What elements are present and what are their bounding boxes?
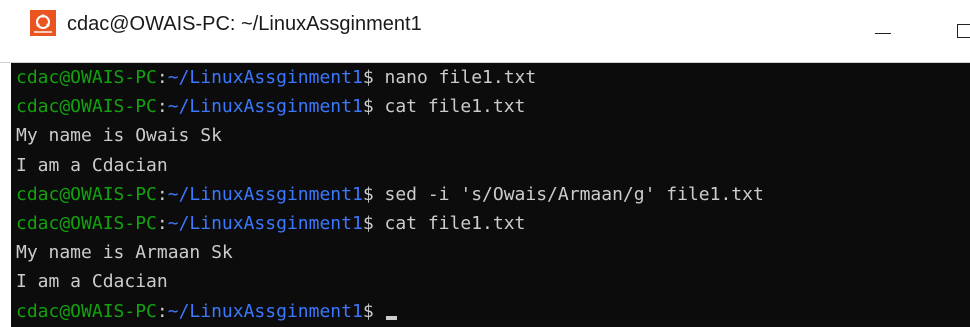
prompt-path: ~/LinuxAssginment1 xyxy=(167,67,363,88)
prompt-line: cdac@OWAIS-PC:~/LinuxAssginment1$ nano f… xyxy=(16,63,970,92)
output-text: My name is Owais Sk xyxy=(16,125,222,147)
output-text: My name is Armaan Sk xyxy=(16,242,233,264)
output-line: I am a Cdacian xyxy=(16,151,970,180)
command-text: cat file1.txt xyxy=(384,212,526,234)
command-text: sed -i 's/Owais/Armaan/g' file1.txt xyxy=(384,183,764,205)
prompt-separator: : xyxy=(156,300,168,322)
prompt-symbol: $ xyxy=(362,183,385,205)
command-text: cat file1.txt xyxy=(384,96,526,118)
prompt-path: ~/LinuxAssginment1 xyxy=(167,183,363,205)
minimize-icon xyxy=(875,33,891,34)
minimize-button[interactable] xyxy=(858,0,910,63)
prompt-separator: : xyxy=(156,183,168,205)
output-line: My name is Owais Sk xyxy=(16,121,970,150)
prompt-separator: : xyxy=(156,212,168,234)
prompt-user: cdac@OWAIS-PC xyxy=(16,67,157,88)
prompt-symbol: $ xyxy=(362,96,385,118)
prompt-path: ~/LinuxAssginment1 xyxy=(167,212,363,234)
prompt-user: cdac@OWAIS-PC xyxy=(16,183,157,205)
prompt-path: ~/LinuxAssginment1 xyxy=(167,96,363,118)
prompt-symbol: $ xyxy=(362,212,385,234)
prompt-separator: : xyxy=(156,67,168,88)
prompt-line: cdac@OWAIS-PC:~/LinuxAssginment1$ xyxy=(16,297,970,326)
maximize-button[interactable] xyxy=(930,0,970,63)
output-text: I am a Cdacian xyxy=(16,271,168,293)
prompt-user: cdac@OWAIS-PC xyxy=(16,96,157,118)
prompt-user: cdac@OWAIS-PC xyxy=(16,212,157,234)
ubuntu-terminal-icon xyxy=(30,10,56,36)
prompt-line: cdac@OWAIS-PC:~/LinuxAssginment1$ cat fi… xyxy=(16,92,970,121)
prompt-symbol: $ xyxy=(362,300,385,322)
prompt-line: cdac@OWAIS-PC:~/LinuxAssginment1$ sed -i… xyxy=(16,180,970,209)
command-text: nano file1.txt xyxy=(384,67,537,88)
terminal-output[interactable]: cdac@OWAIS-PC:~/LinuxAssginment1$ nano f… xyxy=(11,63,970,327)
output-line: I am a Cdacian xyxy=(16,267,970,296)
prompt-line: cdac@OWAIS-PC:~/LinuxAssginment1$ cat fi… xyxy=(16,209,970,238)
prompt-symbol: $ xyxy=(362,67,385,88)
title-bar[interactable]: cdac@OWAIS-PC: ~/LinuxAssginment1 xyxy=(0,0,970,63)
text-cursor xyxy=(385,315,397,320)
prompt-path: ~/LinuxAssginment1 xyxy=(167,300,363,322)
output-text: I am a Cdacian xyxy=(16,154,168,176)
maximize-icon xyxy=(957,24,970,38)
output-line: My name is Armaan Sk xyxy=(16,238,970,267)
prompt-user: cdac@OWAIS-PC xyxy=(16,300,157,322)
prompt-separator: : xyxy=(156,96,168,118)
window-title: cdac@OWAIS-PC: ~/LinuxAssginment1 xyxy=(67,13,422,35)
terminal-window: cdac@OWAIS-PC: ~/LinuxAssginment1 cdac@O… xyxy=(0,0,970,327)
